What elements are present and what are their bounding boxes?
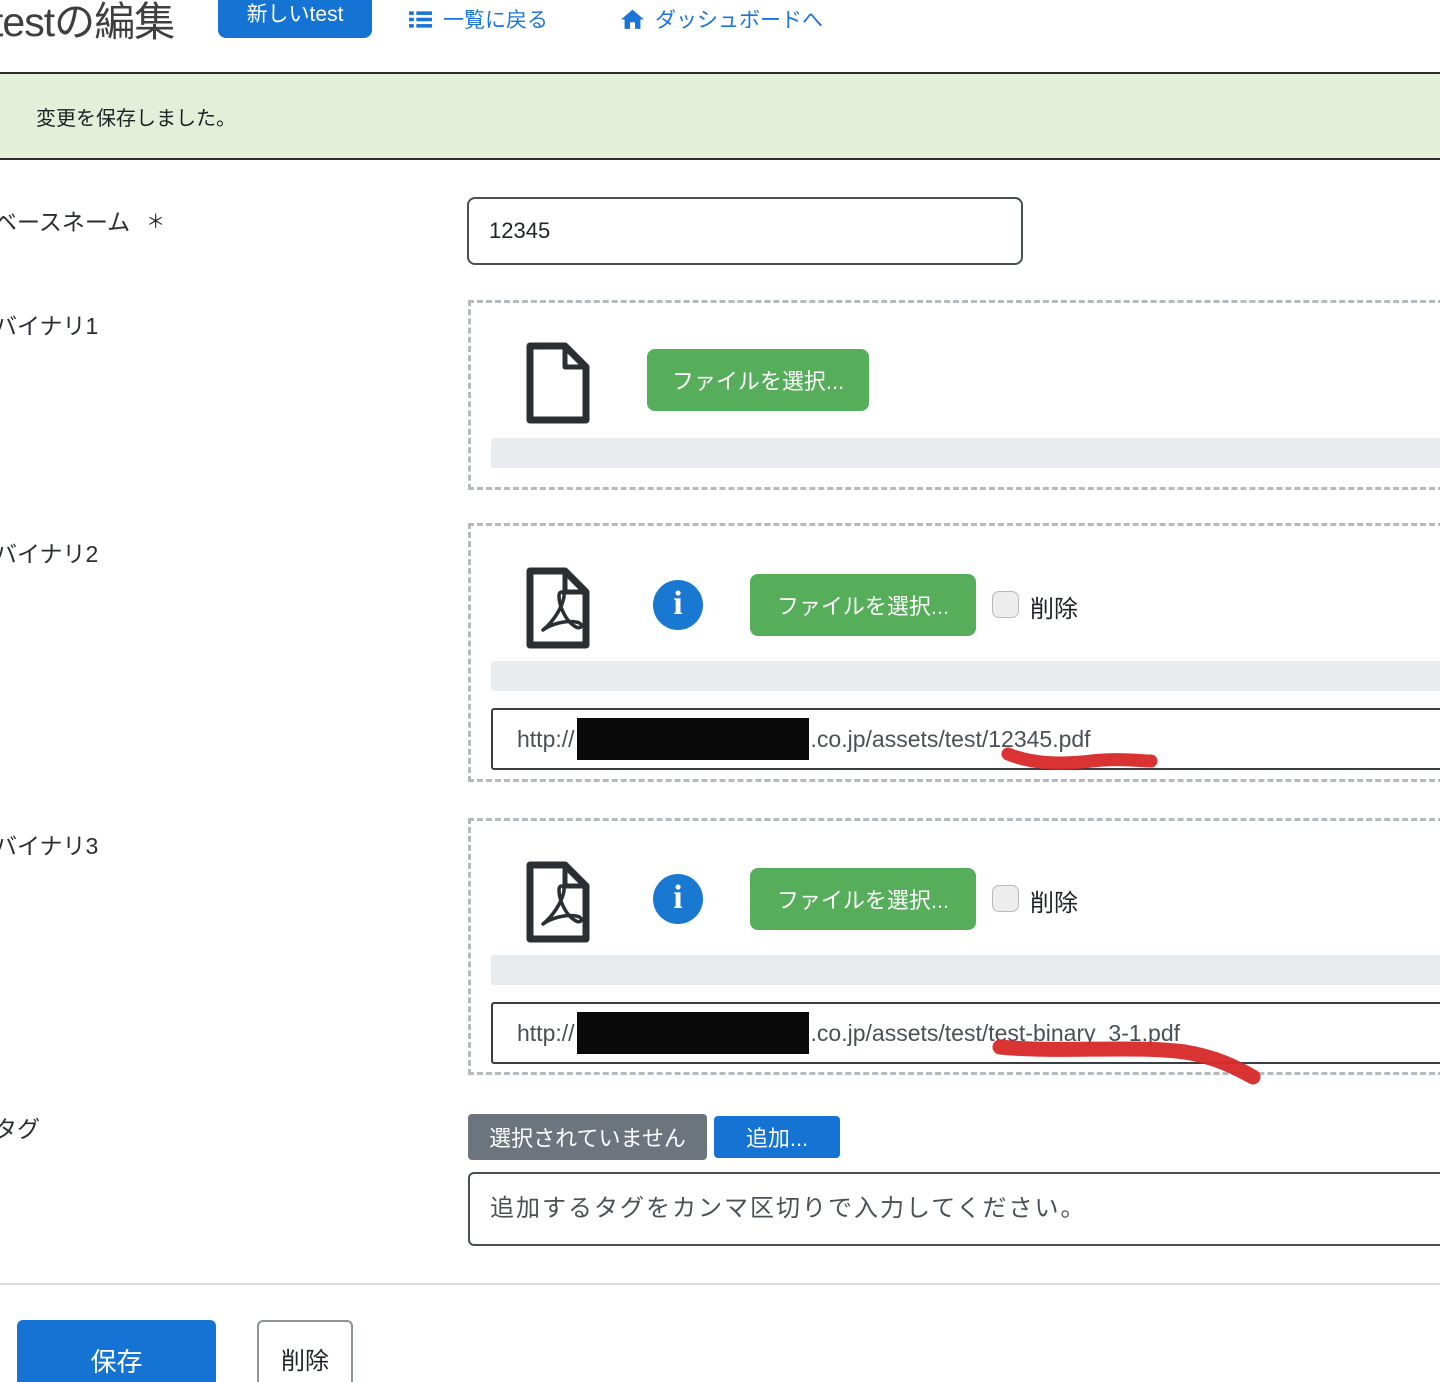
tags-none-selected-button[interactable]: 選択されていません	[468, 1114, 707, 1160]
binary2-file-select-button[interactable]: ファイルを選択...	[750, 574, 976, 636]
dashboard-link[interactable]: ダッシュボードへ	[620, 4, 823, 34]
file-icon	[520, 341, 596, 425]
edit-test-page: testの編集 新しいtest 一覧に戻る ダッシュボードへ 変更を保存しました…	[0, 0, 1440, 1382]
alert-message: 変更を保存しました。	[36, 102, 236, 131]
binary3-delete-label: 削除	[1030, 883, 1078, 918]
tags-add-button[interactable]: 追加...	[714, 1116, 840, 1158]
binary3-dropzone[interactable]: i ファイルを選択... 削除 http:// .co.jp/assets/te…	[468, 818, 1440, 1075]
new-test-button[interactable]: 新しいtest	[218, 0, 372, 38]
binary1-file-select-button[interactable]: ファイルを選択...	[647, 349, 869, 411]
list-icon	[408, 7, 433, 32]
binary3-delete-checkbox[interactable]	[992, 885, 1019, 912]
redacted-domain	[577, 1012, 809, 1054]
binary1-dropzone[interactable]: ファイルを選択...	[468, 300, 1440, 490]
tags-input[interactable]	[468, 1172, 1440, 1246]
binary2-progress-bar	[491, 661, 1440, 691]
back-to-list-link[interactable]: 一覧に戻る	[408, 4, 548, 34]
redacted-domain	[577, 718, 809, 760]
binary3-url-suffix: .co.jp/assets/test/test-binary_3-1.pdf	[811, 1020, 1180, 1047]
back-to-list-label: 一覧に戻る	[443, 4, 548, 34]
footer-divider	[0, 1283, 1440, 1285]
binary2-url-prefix: http://	[517, 726, 575, 753]
pdf-file-icon	[520, 566, 596, 650]
basename-label: ベースネーム＊	[0, 203, 165, 237]
required-mark: ＊	[146, 212, 165, 233]
binary2-delete-checkbox[interactable]	[992, 591, 1019, 618]
binary1-progress-bar	[491, 438, 1440, 468]
binary3-file-select-button[interactable]: ファイルを選択...	[750, 868, 976, 930]
tags-label: タグ	[0, 1110, 40, 1144]
binary1-label: バイナリ1	[0, 307, 98, 341]
save-success-alert: 変更を保存しました。	[0, 72, 1440, 160]
info-icon[interactable]: i	[653, 580, 703, 630]
info-icon[interactable]: i	[653, 874, 703, 924]
home-icon	[620, 7, 645, 32]
page-title: testの編集	[0, 0, 174, 48]
binary3-url-prefix: http://	[517, 1020, 575, 1047]
binary2-delete-label: 削除	[1030, 589, 1078, 624]
pdf-file-icon	[520, 860, 596, 944]
binary2-dropzone[interactable]: i ファイルを選択... 削除 http:// .co.jp/assets/te…	[468, 523, 1440, 782]
binary3-url-input[interactable]: http:// .co.jp/assets/test/test-binary_3…	[491, 1002, 1440, 1064]
delete-button[interactable]: 削除	[257, 1320, 353, 1382]
binary3-label: バイナリ3	[0, 827, 98, 861]
binary2-url-suffix: .co.jp/assets/test/12345.pdf	[811, 726, 1091, 753]
binary2-label: バイナリ2	[0, 535, 98, 569]
save-button[interactable]: 保存	[17, 1320, 216, 1382]
binary2-url-input[interactable]: http:// .co.jp/assets/test/12345.pdf	[491, 708, 1440, 770]
basename-input[interactable]	[467, 197, 1023, 265]
dashboard-label: ダッシュボードへ	[655, 4, 823, 34]
binary3-progress-bar	[491, 955, 1440, 985]
